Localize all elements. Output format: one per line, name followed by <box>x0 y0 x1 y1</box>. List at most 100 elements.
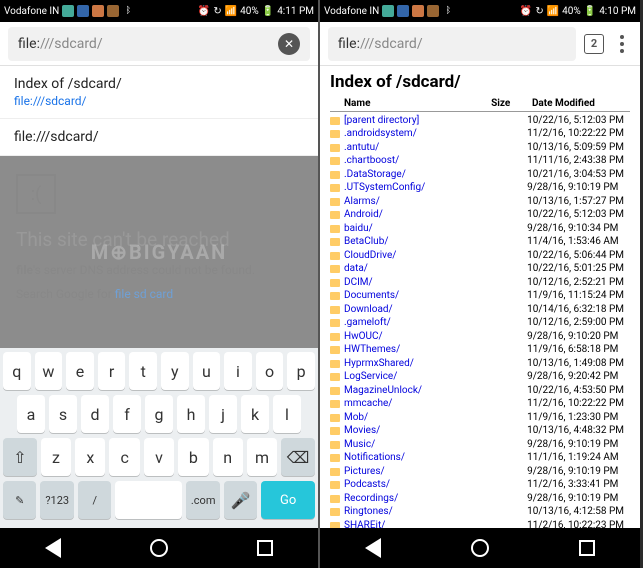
file-link[interactable]: Documents/ <box>344 290 399 303</box>
list-row[interactable]: Mob/11/9/16, 1:23:30 PM <box>330 411 630 425</box>
list-row[interactable]: Ringtones/10/13/16, 4:12:58 PM <box>330 506 630 520</box>
key-j[interactable]: j <box>209 395 237 433</box>
list-row[interactable]: SHAREit/11/2/16, 10:22:23 PM <box>330 519 630 528</box>
file-link[interactable]: .chartboost/ <box>344 155 399 168</box>
key-mic[interactable]: 🎤 <box>224 481 257 519</box>
file-link[interactable]: DCIM/ <box>344 277 373 290</box>
list-row[interactable]: DCIM/10/12/16, 2:52:21 PM <box>330 276 630 290</box>
key-n[interactable]: n <box>213 438 243 476</box>
file-link[interactable]: Android/ <box>344 209 383 222</box>
file-link[interactable]: HWThemes/ <box>344 344 400 357</box>
list-row[interactable]: Documents/11/9/16, 11:15:24 PM <box>330 290 630 304</box>
key-space[interactable] <box>115 481 182 519</box>
list-row[interactable]: Music/9/28/16, 9:10:19 PM <box>330 438 630 452</box>
key-d[interactable]: d <box>81 395 109 433</box>
file-link[interactable]: Music/ <box>344 439 375 452</box>
key-symbols[interactable]: ?123 <box>40 481 73 519</box>
key-x[interactable]: x <box>75 438 105 476</box>
tab-switcher[interactable]: 2 <box>584 34 604 54</box>
list-row[interactable]: .androidsystem/11/2/16, 10:22:22 PM <box>330 128 630 142</box>
nav-back[interactable] <box>365 538 381 558</box>
key-com[interactable]: .com <box>186 481 219 519</box>
url-input[interactable]: file:///sdcard/ <box>328 27 576 61</box>
file-link[interactable]: BetaClub/ <box>344 236 388 249</box>
list-row[interactable]: .antutu/10/13/16, 5:09:59 PM <box>330 141 630 155</box>
key-a[interactable]: a <box>17 395 45 433</box>
file-link[interactable]: Ringtones/ <box>344 506 393 519</box>
suggestion-item[interactable]: file:///sdcard/ <box>0 119 318 156</box>
key-m[interactable]: m <box>247 438 277 476</box>
nav-recent[interactable] <box>579 540 595 556</box>
file-link[interactable]: Notifications/ <box>344 452 405 465</box>
url-input[interactable]: file:///sdcard/ ✕ <box>8 27 310 61</box>
list-row[interactable]: BetaClub/11/4/16, 1:53:46 AM <box>330 236 630 250</box>
list-row[interactable]: HwOUC/9/28/16, 9:10:20 PM <box>330 330 630 344</box>
suggestion-item[interactable]: Index of /sdcard/ file:///sdcard/ <box>0 66 318 119</box>
file-link[interactable]: Alarms/ <box>344 196 380 209</box>
list-row[interactable]: HyprmxShared/10/13/16, 1:49:08 PM <box>330 357 630 371</box>
key-v[interactable]: v <box>144 438 174 476</box>
list-row[interactable]: Pictures/9/28/16, 9:10:19 PM <box>330 465 630 479</box>
list-row[interactable]: .DataStorage/10/21/16, 3:04:53 PM <box>330 168 630 182</box>
file-link[interactable]: Podcasts/ <box>344 479 390 492</box>
file-link[interactable]: Recordings/ <box>344 493 398 506</box>
menu-icon[interactable] <box>612 35 632 53</box>
file-link[interactable]: .UTSystemConfig/ <box>344 182 425 195</box>
list-row[interactable]: .UTSystemConfig/9/28/16, 9:10:19 PM <box>330 182 630 196</box>
file-link[interactable]: baidu/ <box>344 223 373 236</box>
key-w[interactable]: w <box>35 352 63 390</box>
key-r[interactable]: r <box>98 352 126 390</box>
list-row[interactable]: Podcasts/11/2/16, 3:33:41 PM <box>330 479 630 493</box>
list-row[interactable]: Recordings/9/28/16, 9:10:19 PM <box>330 492 630 506</box>
key-f[interactable]: f <box>113 395 141 433</box>
list-row[interactable]: .chartboost/11/11/16, 2:43:38 PM <box>330 155 630 169</box>
list-row[interactable]: LogService/9/28/16, 9:20:42 PM <box>330 371 630 385</box>
list-row[interactable]: mmcache/11/2/16, 10:22:22 PM <box>330 398 630 412</box>
list-row[interactable]: Alarms/10/13/16, 1:57:27 PM <box>330 195 630 209</box>
key-u[interactable]: u <box>193 352 221 390</box>
file-link[interactable]: Mob/ <box>344 412 368 425</box>
list-row[interactable]: .gameloft/10/12/16, 2:59:00 PM <box>330 317 630 331</box>
nav-recent[interactable] <box>257 540 273 556</box>
key-z[interactable]: z <box>41 438 71 476</box>
key-shift[interactable]: ⇧ <box>3 438 37 476</box>
key-k[interactable]: k <box>241 395 269 433</box>
file-link[interactable]: SHAREit/ <box>344 520 385 529</box>
list-row[interactable]: MagazineUnlock/10/22/16, 4:53:50 PM <box>330 384 630 398</box>
file-link[interactable]: mmcache/ <box>344 398 392 411</box>
key-o[interactable]: o <box>256 352 284 390</box>
key-h[interactable]: h <box>177 395 205 433</box>
key-slash[interactable]: / <box>78 481 111 519</box>
file-link[interactable]: .androidsystem/ <box>344 128 417 141</box>
file-link[interactable]: .gameloft/ <box>344 317 391 330</box>
list-row[interactable]: data/10/22/16, 5:01:25 PM <box>330 263 630 277</box>
key-s[interactable]: s <box>49 395 77 433</box>
file-link[interactable]: LogService/ <box>344 371 397 384</box>
key-c[interactable]: c <box>109 438 139 476</box>
nav-home[interactable] <box>471 539 489 557</box>
key-y[interactable]: y <box>161 352 189 390</box>
clear-icon[interactable]: ✕ <box>278 33 300 55</box>
list-row[interactable]: baidu/9/28/16, 9:10:34 PM <box>330 222 630 236</box>
file-link[interactable]: Pictures/ <box>344 466 385 479</box>
file-link[interactable]: Download/ <box>344 304 393 317</box>
file-link[interactable]: Movies/ <box>344 425 380 438</box>
key-q[interactable]: q <box>3 352 31 390</box>
file-link[interactable]: CloudDrive/ <box>344 250 396 263</box>
key-go[interactable]: Go <box>261 481 315 519</box>
list-row[interactable]: CloudDrive/10/22/16, 5:06:44 PM <box>330 249 630 263</box>
key-t[interactable]: t <box>129 352 157 390</box>
file-link[interactable]: data/ <box>344 263 368 276</box>
key-b[interactable]: b <box>178 438 208 476</box>
key-i[interactable]: i <box>224 352 252 390</box>
list-row[interactable]: Movies/10/13/16, 4:48:32 PM <box>330 425 630 439</box>
file-link[interactable]: .antutu/ <box>344 142 379 155</box>
list-row[interactable]: Download/10/14/16, 6:32:18 PM <box>330 303 630 317</box>
list-row[interactable]: Notifications/11/1/16, 1:19:24 AM <box>330 452 630 466</box>
key-l[interactable]: l <box>273 395 301 433</box>
search-link[interactable]: file sd card <box>115 287 173 301</box>
key-g[interactable]: g <box>145 395 173 433</box>
file-link[interactable]: .DataStorage/ <box>344 169 406 182</box>
key-p[interactable]: p <box>287 352 315 390</box>
list-row[interactable]: [parent directory]10/22/16, 5:12:03 PM <box>330 114 630 128</box>
